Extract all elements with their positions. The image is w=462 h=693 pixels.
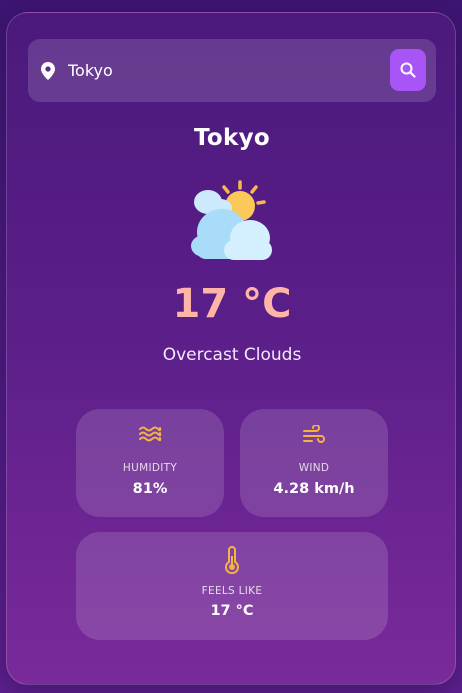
temperature: 17 °C bbox=[172, 281, 292, 327]
location-pin-icon bbox=[41, 62, 55, 80]
wind-value: 4.28 km/h bbox=[273, 481, 355, 497]
weather-card: Tokyo 17 °C Overcast Clouds HUM bbox=[6, 12, 456, 685]
search-button[interactable] bbox=[390, 49, 426, 91]
weather-description: Overcast Clouds bbox=[162, 345, 302, 365]
search-icon bbox=[400, 62, 416, 78]
feels-like-card: FEELS LIKE 17 °C bbox=[76, 532, 388, 640]
humidity-card: HUMIDITY 81% bbox=[76, 409, 224, 517]
city-name: Tokyo bbox=[193, 125, 271, 151]
wind-card: WIND 4.28 km/h bbox=[240, 409, 388, 517]
search-bar bbox=[28, 39, 436, 102]
feels-like-value: 17 °C bbox=[210, 603, 254, 619]
humidity-label: HUMIDITY bbox=[122, 462, 178, 474]
search-input[interactable] bbox=[68, 53, 368, 87]
humidity-value: 81% bbox=[132, 481, 168, 497]
feels-like-label: FEELS LIKE bbox=[201, 585, 263, 597]
wind-label: WIND bbox=[298, 462, 330, 474]
cloud-sun-icon bbox=[191, 180, 272, 260]
wind-icon bbox=[303, 425, 325, 443]
waves-icon bbox=[139, 426, 162, 442]
thermometer-icon bbox=[225, 546, 239, 574]
